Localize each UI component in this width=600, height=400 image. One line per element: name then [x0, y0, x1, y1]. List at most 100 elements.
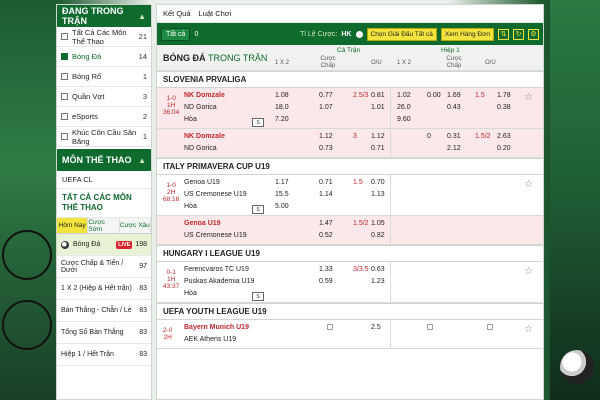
odds-cell[interactable]: 2.5/3 [353, 92, 369, 99]
market-item[interactable]: Hiệp 1 / Hết Trận 83 [57, 344, 151, 366]
stats-icon[interactable]: S [252, 292, 264, 301]
odds-cell[interactable]: 3 [353, 133, 357, 140]
odds-cell[interactable]: 7.20 [275, 116, 289, 123]
sidebar-sport-item[interactable]: Tất Cả Các Môn Thể Thao 21 [57, 27, 151, 47]
odds-cell[interactable]: 1.69 [447, 92, 461, 99]
checkbox[interactable] [61, 133, 68, 140]
odds-cell[interactable]: 15.5 [275, 191, 289, 198]
odds-cell[interactable]: 0.73 [319, 145, 333, 152]
market-item[interactable]: Bóng Đá LIVE 198 [57, 234, 151, 256]
league-header[interactable]: HUNGARY I LEAGUE U19 [157, 245, 543, 262]
rules-link[interactable]: Luật Chơi [199, 9, 232, 18]
odds-cell[interactable]: 0.63 [371, 266, 385, 273]
odds-cell[interactable]: 0.00 [427, 92, 441, 99]
stats-icon[interactable]: S [252, 205, 264, 214]
sports-section-header[interactable]: MÔN THỂ THAO ▲ [57, 149, 151, 171]
market-tab[interactable]: Cược Xâu [119, 218, 151, 233]
market-label: 1 X 2 (Hiệp & Hết trận) [61, 285, 132, 292]
sport-label: Bóng Rổ [72, 72, 102, 81]
team-name: Hòa [184, 203, 197, 210]
odds-cell[interactable]: 1.5 [475, 92, 485, 99]
market-item[interactable]: Tổng Số Bàn Thắng 83 [57, 322, 151, 344]
odds-cell[interactable]: 1.13 [371, 191, 385, 198]
odds-line: ND Gorica 18.0 1.07 1.01 26.0 0.43 0.38 [157, 102, 543, 114]
odds-cell[interactable]: 2.63 [497, 133, 511, 140]
stats-icon[interactable]: S [252, 118, 264, 127]
market-item[interactable]: Bàn Thắng - Chẵn / Lẻ 83 [57, 300, 151, 322]
odds-cell[interactable]: 1.33 [319, 266, 333, 273]
refresh-icon[interactable]: ↻ [513, 28, 524, 40]
odds-cell[interactable]: 0.31 [447, 133, 461, 140]
uefa-cl-link[interactable]: UEFA CL [57, 171, 151, 189]
odds-cell[interactable]: 0.77 [319, 92, 333, 99]
market-item[interactable]: 1 X 2 (Hiệp & Hết trận) 83 [57, 278, 151, 300]
odds-cell[interactable]: 1.17 [275, 179, 289, 186]
odds-cell[interactable]: 0.82 [371, 232, 385, 239]
odds-cell[interactable]: 0.81 [371, 92, 385, 99]
checkbox[interactable] [61, 113, 68, 120]
odds-cell[interactable]: 1.12 [371, 133, 385, 140]
odds-cell[interactable]: 5.00 [275, 203, 289, 210]
odds-cell[interactable]: 0.70 [371, 179, 385, 186]
odds-cell[interactable]: 1.02 [397, 92, 411, 99]
odds-cell[interactable]: 1.14 [319, 191, 333, 198]
market-tab[interactable]: Cược Sớm [88, 218, 120, 233]
chevron-up-icon[interactable]: ▲ [138, 156, 146, 165]
odds-cell[interactable]: 1.47 [319, 220, 333, 227]
team-name: ND Gorica [184, 104, 217, 111]
odds-cell[interactable]: 2.5 [371, 324, 381, 331]
sidebar-sport-item[interactable]: Bóng Đá 14 [57, 47, 151, 67]
sidebar-sport-item[interactable]: Khúc Côn Cầu Sân Băng 1 [57, 127, 151, 147]
odds-cell[interactable]: 0.52 [319, 232, 333, 239]
odds-cell[interactable]: 1.5/2 [475, 133, 491, 140]
league-header[interactable]: SLOVENIA PRVALIGA [157, 71, 543, 88]
match-block: 1-0 1H 36:04 ☆ NK Domzale 1.08 0.77 2.5/3 0.81… [157, 88, 543, 129]
sort-icon[interactable]: ⇅ [498, 28, 509, 40]
odds-cell[interactable]: 1.12 [319, 133, 333, 140]
filter-all-button[interactable]: Tất cả [161, 27, 191, 41]
odds-type-value[interactable]: HK [341, 31, 351, 38]
sidebar-sport-item[interactable]: eSports 2 [57, 107, 151, 127]
odds-line: Hòa [157, 288, 543, 300]
odds-cell[interactable]: 0.59 [319, 278, 333, 285]
settings-icon[interactable]: ⚙ [528, 28, 539, 40]
odds-cell[interactable]: 1.78 [497, 92, 511, 99]
sidebar-sport-item[interactable]: Bóng Rổ 1 [57, 67, 151, 87]
odds-cell[interactable]: 3/3.5 [353, 266, 369, 273]
radio-icon[interactable] [355, 30, 363, 38]
league-header[interactable]: UEFA YOUTH LEAGUE U19 [157, 303, 543, 320]
checkbox[interactable] [61, 93, 68, 100]
odds-cell[interactable]: 1.23 [371, 278, 385, 285]
odds-cell[interactable]: 1.5 [353, 179, 363, 186]
results-link[interactable]: Kết Quả [163, 9, 191, 18]
odds-cell[interactable]: 0.71 [371, 145, 385, 152]
odds-cell[interactable]: 9.60 [397, 116, 411, 123]
market-item[interactable]: Cược Chấp & Tiến / Dưới 97 [57, 256, 151, 278]
chevron-up-icon[interactable]: ▲ [138, 12, 146, 21]
odds-cell[interactable]: 0.43 [447, 104, 461, 111]
odds-cell[interactable]: 0 [427, 133, 431, 140]
sidebar-sport-item[interactable]: Quần Vợt 3 [57, 87, 151, 107]
sport-count: 14 [138, 52, 147, 61]
checkbox[interactable] [61, 73, 68, 80]
odds-cell[interactable]: 1.05 [371, 220, 385, 227]
odds-cell[interactable]: 0.38 [497, 104, 511, 111]
odds-cell[interactable]: 1.01 [371, 104, 385, 111]
single-view-button[interactable]: Xem Hàng Đơn [440, 27, 494, 41]
choose-league-button[interactable]: Chọn Giải Đấu Tất cả [366, 27, 437, 41]
odds-cell[interactable]: 1.07 [319, 104, 333, 111]
all-sports-link[interactable]: TẤT CẢ CÁC MÔN THỂ THAO [57, 189, 151, 218]
league-header[interactable]: ITALY PRIMAVERA CUP U19 [157, 158, 543, 175]
market-label: Cược Chấp & Tiến / Dưới [61, 259, 124, 274]
market-tab[interactable]: Hôm Nay [57, 218, 89, 233]
odds-cell[interactable]: 1.08 [275, 92, 289, 99]
odds-cell[interactable]: 1.5/2 [353, 220, 369, 227]
odds-cell[interactable]: 18.0 [275, 104, 289, 111]
odds-cell[interactable]: 26.0 [397, 104, 411, 111]
odds-cell[interactable]: 0.71 [319, 179, 333, 186]
odds-cell[interactable]: 2.12 [447, 145, 461, 152]
live-section-header[interactable]: ĐANG TRONG TRẬN ▲ [57, 5, 151, 27]
odds-cell[interactable]: 0.20 [497, 145, 511, 152]
checkbox[interactable] [61, 53, 68, 60]
checkbox[interactable] [61, 33, 68, 40]
